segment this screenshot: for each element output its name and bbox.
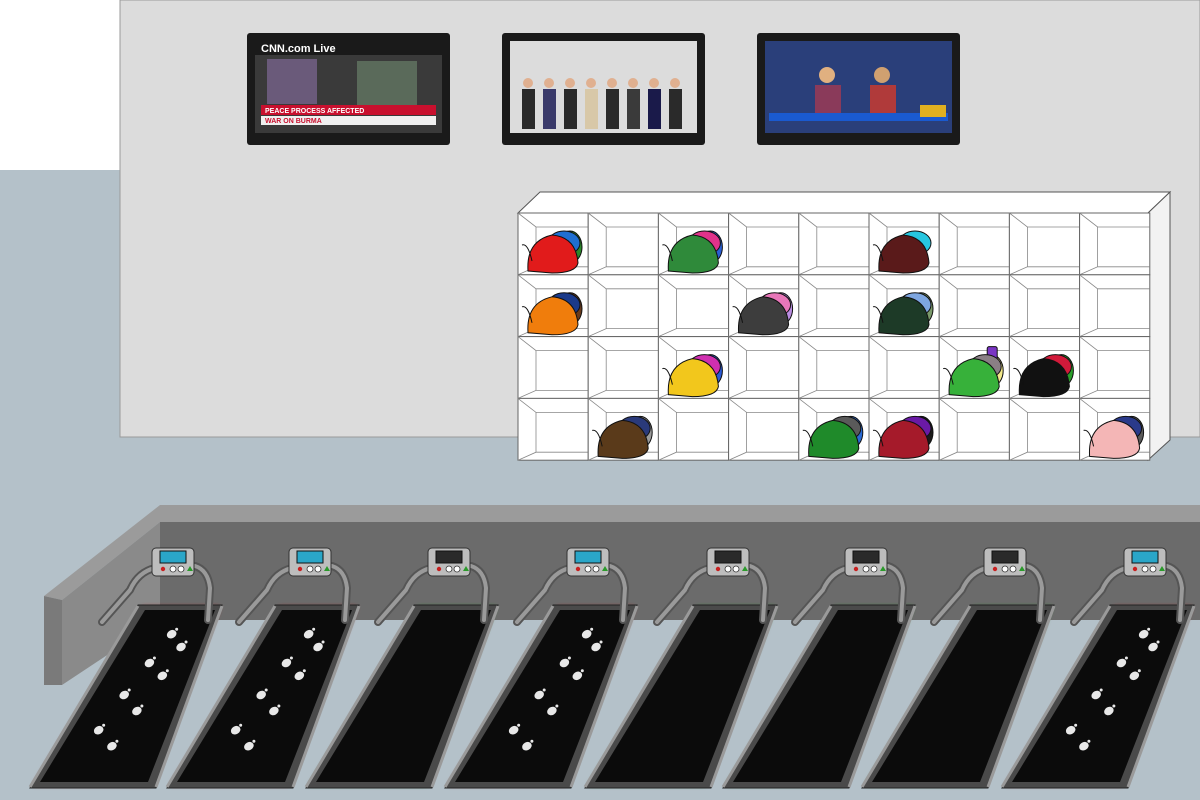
- console-screen: [435, 550, 463, 564]
- tv-screen-3: [757, 33, 960, 145]
- cubby-cell: [587, 212, 659, 276]
- cubby-cell: [798, 274, 870, 338]
- cubby-cell: [938, 397, 1010, 461]
- cubby-cell: [1008, 212, 1081, 276]
- cubby-cell: [1079, 274, 1151, 338]
- console-screen: [991, 550, 1019, 564]
- upper-left-wall: [0, 0, 120, 170]
- cubby-cell: [1008, 274, 1081, 338]
- tv-channel-logo: CNN.com Live: [261, 43, 336, 55]
- cubby-cell: [1008, 397, 1081, 461]
- cubby-cell: [728, 397, 800, 461]
- cubby-cell: [728, 212, 800, 276]
- cubby-cell: [728, 336, 800, 399]
- console-screen: [1131, 550, 1159, 564]
- console-screen: [852, 550, 880, 564]
- treadmill-console[interactable]: [566, 547, 610, 577]
- console-screen: [296, 550, 324, 564]
- treadmill-console[interactable]: [1123, 547, 1167, 577]
- tv-subhead: WAR ON BURMA: [265, 118, 322, 125]
- cubby-cell: [517, 336, 589, 399]
- cubby-cell: [798, 212, 870, 276]
- tv-screen-1: CNN.com Live PEACE PROCESS AFFECTED WAR ON…: [247, 33, 450, 145]
- cubby-cell: [587, 336, 659, 399]
- cubby-cell: [1079, 212, 1151, 276]
- treadmill-console[interactable]: [151, 547, 195, 577]
- cubby-cell: [657, 397, 730, 461]
- cubby-cell: [1079, 336, 1151, 399]
- cubby-shelf: [516, 190, 1172, 462]
- cubby-cell: [587, 274, 659, 338]
- tv-screen-2: [502, 33, 705, 145]
- treadmill-console[interactable]: [427, 547, 471, 577]
- cubby-cell: [798, 336, 870, 399]
- treadmill-console[interactable]: [706, 547, 750, 577]
- cubby-cell: [868, 336, 940, 399]
- cubby-cell: [938, 212, 1010, 276]
- tv-headline: PEACE PROCESS AFFECTED: [265, 108, 364, 115]
- cubby-cell: [938, 274, 1010, 338]
- treadmill-console[interactable]: [983, 547, 1027, 577]
- treadmill-console[interactable]: [288, 547, 332, 577]
- console-screen: [574, 550, 602, 564]
- cubby-cell: [517, 397, 589, 461]
- console-screen: [714, 550, 742, 564]
- treadmill-console[interactable]: [844, 547, 888, 577]
- cubby-cell: [657, 274, 730, 338]
- gym-scene: CNN.com Live PEACE PROCESS AFFECTED WAR ON…: [0, 0, 1200, 789]
- tv-group: CNN.com Live PEACE PROCESS AFFECTED WAR ON…: [247, 33, 960, 145]
- console-screen: [159, 550, 187, 564]
